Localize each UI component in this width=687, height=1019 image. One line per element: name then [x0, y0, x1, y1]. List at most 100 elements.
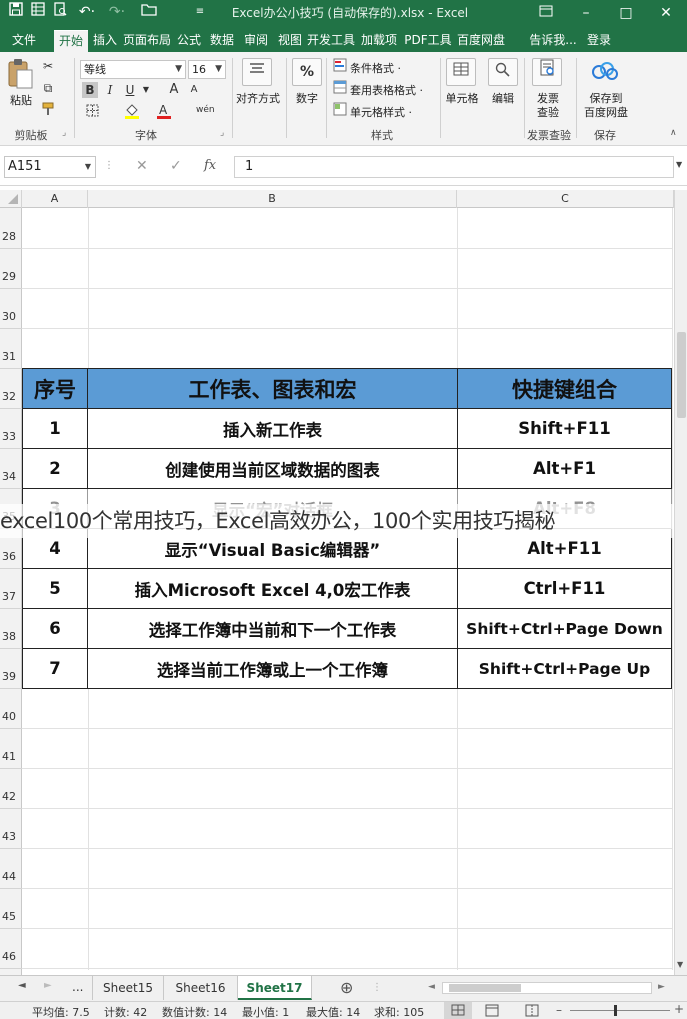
zoom-out-button[interactable]: –	[556, 1003, 562, 1017]
shrink-font-button[interactable]: A	[186, 82, 202, 98]
open-folder-icon[interactable]	[136, 2, 162, 22]
paste-button[interactable]: 粘贴	[6, 92, 36, 108]
tell-me-search[interactable]: 告诉我...	[528, 30, 578, 52]
row-header[interactable]: 39	[0, 670, 22, 683]
scroll-right-sheet-icon[interactable]: ►	[44, 980, 52, 991]
table-cell[interactable]: 6	[22, 608, 88, 649]
row-header[interactable]: 30	[0, 310, 22, 323]
column-header-c[interactable]: C	[457, 190, 674, 208]
cut-icon[interactable]: ✂	[40, 58, 56, 74]
row-header[interactable]: 36	[0, 550, 22, 563]
table-cell[interactable]: 2	[22, 448, 88, 489]
font-size-select[interactable]: 16 ▼	[188, 60, 226, 79]
hscroll-right-icon[interactable]: ►	[658, 982, 665, 992]
zoom-slider-thumb[interactable]	[614, 1005, 617, 1016]
phonetic-button[interactable]: wén	[196, 102, 215, 118]
sheet-tab-sheet15[interactable]: Sheet15	[92, 976, 164, 1000]
row-header[interactable]: 31	[0, 350, 22, 363]
table-cell[interactable]: Shift+Ctrl+Page Up	[457, 648, 672, 689]
copy-icon[interactable]: ⧉	[40, 80, 56, 96]
table-format-button[interactable]: 套用表格格式 ·	[350, 82, 423, 98]
font-name-select[interactable]: 等线 ▼	[80, 60, 186, 79]
alignment-button[interactable]: 对齐方式	[232, 90, 284, 106]
vertical-scrollbar[interactable]: ▼	[674, 190, 687, 975]
table-cell[interactable]: 插入新工作表	[87, 408, 458, 449]
table-cell[interactable]: 5	[22, 568, 88, 609]
row-header[interactable]: 45	[0, 910, 22, 923]
zoom-in-button[interactable]: +	[674, 1002, 684, 1016]
tab-data[interactable]: 数据	[206, 30, 238, 52]
bold-button[interactable]: B	[82, 82, 98, 98]
zoom-slider[interactable]	[570, 1005, 670, 1016]
table-cell[interactable]: 选择工作簿中当前和下一个工作表	[87, 608, 458, 649]
tab-home[interactable]: 开始	[54, 30, 88, 52]
page-layout-view-icon[interactable]	[484, 1003, 500, 1018]
find-icon[interactable]	[488, 58, 518, 86]
row-header[interactable]: 28	[0, 230, 22, 243]
border-icon[interactable]	[84, 104, 100, 120]
undo-icon[interactable]: ↶·	[74, 2, 100, 22]
sign-in-link[interactable]: 登录	[582, 30, 616, 52]
row-header[interactable]: 41	[0, 750, 22, 763]
close-button[interactable]: ✕	[646, 0, 686, 26]
collapse-ribbon-icon[interactable]: ∧	[670, 128, 677, 138]
row-header[interactable]: 44	[0, 870, 22, 883]
scroll-left-sheet-icon[interactable]: ◄	[18, 980, 26, 991]
normal-view-icon[interactable]	[444, 1002, 472, 1019]
add-sheet-button[interactable]: ⊕	[340, 978, 353, 997]
tab-pdf-tools[interactable]: PDF工具	[402, 30, 454, 52]
tab-baidu-netdisk[interactable]: 百度网盘	[456, 30, 506, 52]
save-to-baidu-label-2[interactable]: 百度网盘	[578, 104, 634, 120]
row-header[interactable]: 42	[0, 790, 22, 803]
tab-view[interactable]: 视图	[274, 30, 306, 52]
scrollbar-thumb[interactable]	[677, 332, 686, 418]
sheet-tab-sheet17[interactable]: Sheet17	[238, 976, 312, 1000]
print-preview-icon[interactable]	[50, 2, 70, 22]
grow-font-button[interactable]: A	[166, 82, 182, 98]
invoice-icon[interactable]	[532, 58, 562, 86]
edit-button[interactable]: 编辑	[484, 90, 522, 106]
ribbon-display-icon[interactable]	[526, 0, 566, 26]
baidu-cloud-icon[interactable]	[590, 60, 620, 88]
cancel-icon[interactable]: ✕	[136, 158, 148, 174]
name-box[interactable]: A151 ▼	[4, 156, 96, 178]
row-header[interactable]: 40	[0, 710, 22, 723]
font-launcher-icon[interactable]: ⌟	[220, 128, 224, 138]
table-cell[interactable]: 1	[22, 408, 88, 449]
table-cell[interactable]: Alt+F1	[457, 448, 672, 489]
tab-file[interactable]: 文件	[6, 30, 42, 52]
tab-page-layout[interactable]: 页面布局	[122, 30, 172, 52]
table-header-cell[interactable]: 序号	[22, 368, 88, 409]
tab-addins[interactable]: 加载项	[358, 30, 400, 52]
sheet-tab-sheet16[interactable]: Sheet16	[164, 976, 238, 1000]
formula-input[interactable]: 1	[234, 156, 674, 178]
enter-icon[interactable]: ✓	[170, 158, 182, 174]
tab-insert[interactable]: 插入	[90, 30, 120, 52]
row-header[interactable]: 37	[0, 590, 22, 603]
cell-style-button[interactable]: 单元格样式 ·	[350, 104, 412, 120]
tab-review[interactable]: 审阅	[240, 30, 272, 52]
align-icon[interactable]	[242, 58, 272, 86]
table-cell[interactable]: 插入Microsoft Excel 4,0宏工作表	[87, 568, 458, 609]
table-cell[interactable]: 创建使用当前区域数据的图表	[87, 448, 458, 489]
format-painter-icon[interactable]	[40, 102, 56, 118]
minimize-button[interactable]: –	[566, 0, 606, 26]
scroll-down-icon[interactable]: ▼	[677, 960, 683, 969]
maximize-button[interactable]: □	[606, 0, 646, 26]
row-header[interactable]: 33	[0, 430, 22, 443]
hscroll-left-icon[interactable]: ◄	[428, 982, 435, 992]
hscroll-thumb[interactable]	[449, 984, 521, 992]
horizontal-scrollbar[interactable]	[442, 982, 652, 994]
table-cell[interactable]: 7	[22, 648, 88, 689]
row-header[interactable]: 46	[0, 950, 22, 963]
table-cell[interactable]: Ctrl+F11	[457, 568, 672, 609]
percent-icon[interactable]: %	[292, 58, 322, 86]
page-break-view-icon[interactable]	[524, 1003, 540, 1018]
insert-function-button[interactable]: fx	[204, 158, 216, 173]
more-sheets-button[interactable]: ...	[72, 980, 83, 994]
row-header[interactable]: 29	[0, 270, 22, 283]
redo-icon[interactable]: ↷·	[104, 2, 130, 22]
number-format-button[interactable]: 数字	[288, 90, 326, 106]
invoice-check-label-2[interactable]: 查验	[528, 104, 568, 120]
select-all-corner[interactable]	[0, 190, 22, 208]
